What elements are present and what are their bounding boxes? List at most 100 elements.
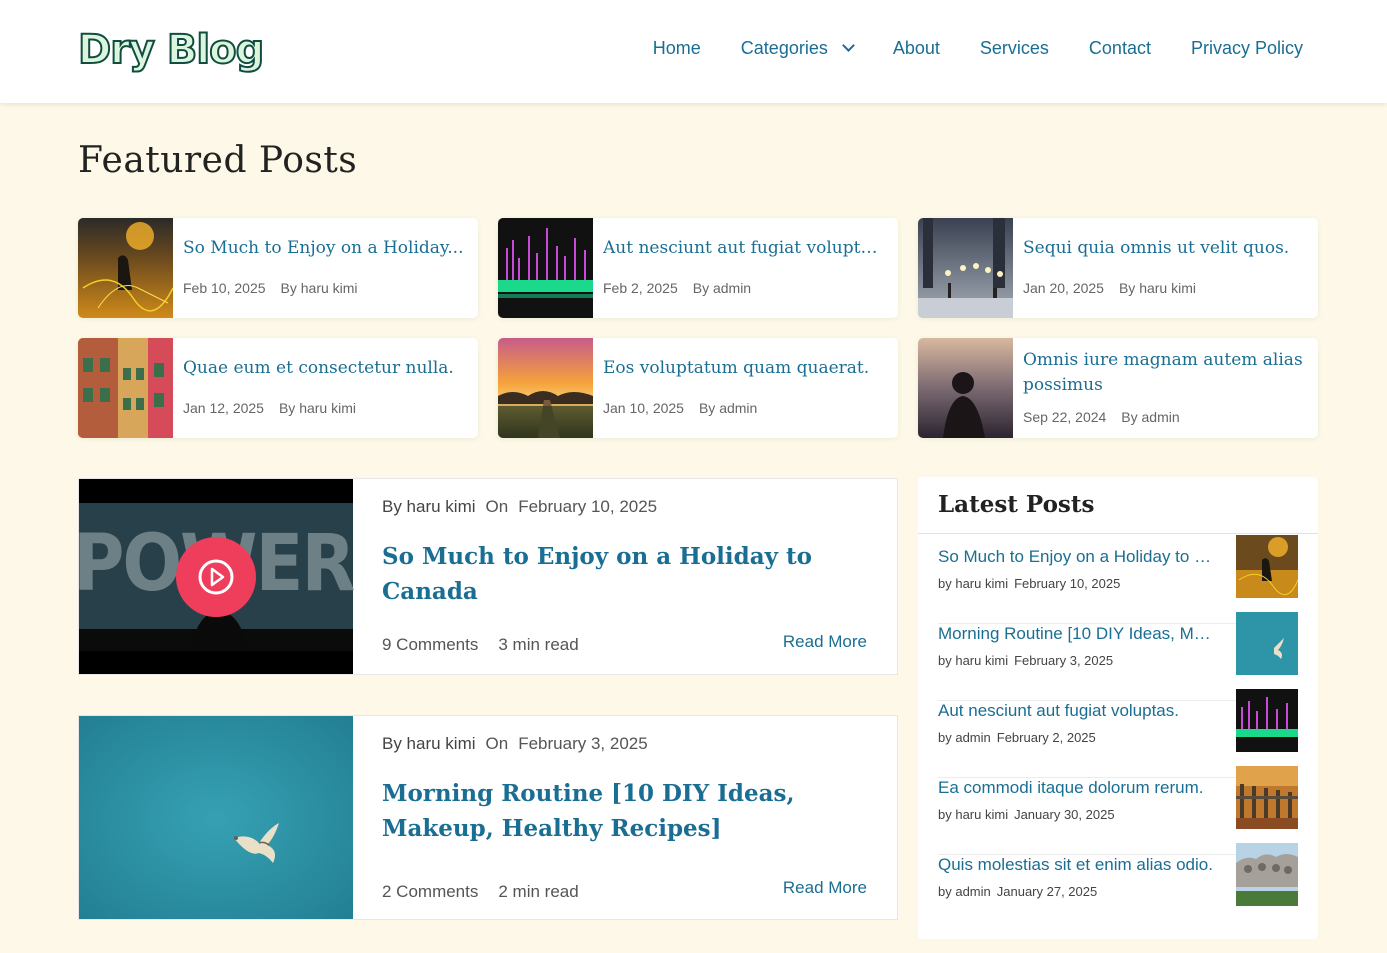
nav-categories-label: Categories bbox=[740, 38, 828, 58]
featured-card-author[interactable]: By haru kimi bbox=[279, 400, 356, 416]
latest-post-author[interactable]: by admin bbox=[938, 884, 991, 899]
latest-post-author[interactable]: by haru kimi bbox=[938, 576, 1008, 591]
nav-about[interactable]: About bbox=[893, 38, 940, 59]
featured-card-meta: Sep 22, 2024 By admin bbox=[1023, 409, 1180, 425]
latest-post-date: February 2, 2025 bbox=[996, 730, 1096, 745]
post-card: POWER By haru kimi On February 10, 2025 … bbox=[78, 478, 898, 675]
featured-posts-heading: Featured Posts bbox=[78, 140, 358, 181]
site-logo[interactable]: Dry Blog bbox=[77, 26, 265, 74]
featured-card-meta: Feb 2, 2025 By admin bbox=[603, 280, 751, 296]
latest-post-author[interactable]: by haru kimi bbox=[938, 653, 1008, 668]
latest-post-item: Quis molestias sit et enim alias odio. b… bbox=[938, 843, 1298, 932]
post-title[interactable]: Morning Routine [10 DIY Ideas, Makeup, H… bbox=[382, 776, 872, 846]
post-image[interactable]: POWER bbox=[79, 479, 355, 674]
latest-post-title[interactable]: Aut nesciunt aut fugiat voluptas. bbox=[938, 701, 1218, 721]
featured-card-image bbox=[78, 338, 173, 438]
latest-posts-heading: Latest Posts bbox=[938, 491, 1095, 518]
latest-posts-widget: Latest Posts So Much to Enjoy on a Holid… bbox=[918, 477, 1318, 939]
nav-privacy-policy[interactable]: Privacy Policy bbox=[1191, 38, 1303, 59]
latest-post-meta: by admin January 27, 2025 bbox=[938, 884, 1097, 899]
latest-post-thumbnail[interactable] bbox=[1236, 612, 1298, 675]
post-on-label: On bbox=[485, 734, 509, 753]
post-date: February 3, 2025 bbox=[518, 734, 648, 753]
featured-card-title[interactable]: Sequi quia omnis ut velit quos. bbox=[1023, 236, 1304, 261]
latest-post-meta: by haru kimi January 30, 2025 bbox=[938, 807, 1115, 822]
latest-post-title[interactable]: So Much to Enjoy on a Holiday to C... bbox=[938, 547, 1218, 567]
play-circle-icon bbox=[198, 559, 234, 595]
latest-post-title[interactable]: Quis molestias sit et enim alias odio. bbox=[938, 855, 1218, 875]
latest-post-thumbnail[interactable] bbox=[1236, 843, 1298, 906]
featured-card-image bbox=[918, 218, 1013, 318]
latest-post-meta: by admin February 2, 2025 bbox=[938, 730, 1096, 745]
site-header: Dry Blog Home Categories About Services … bbox=[0, 0, 1387, 103]
featured-card-date: Jan 20, 2025 bbox=[1023, 280, 1104, 296]
post-card: By haru kimi On February 3, 2025 Morning… bbox=[78, 715, 898, 920]
post-footer: 2 Comments 2 min read bbox=[382, 882, 579, 902]
featured-card-author[interactable]: By admin bbox=[699, 400, 757, 416]
featured-card-title[interactable]: Aut nesciunt aut fugiat voluptas. bbox=[603, 236, 884, 261]
latest-post-date: February 10, 2025 bbox=[1014, 576, 1121, 591]
latest-post-thumbnail[interactable] bbox=[1236, 535, 1298, 598]
latest-post-thumbnail[interactable] bbox=[1236, 689, 1298, 752]
featured-card-author[interactable]: By haru kimi bbox=[281, 280, 358, 296]
latest-post-author[interactable]: by admin bbox=[938, 730, 991, 745]
nav-services[interactable]: Services bbox=[980, 38, 1049, 59]
featured-card[interactable]: Aut nesciunt aut fugiat voluptas. Feb 2,… bbox=[498, 218, 898, 318]
latest-post-title[interactable]: Ea commodi itaque dolorum rerum. bbox=[938, 778, 1218, 798]
post-author[interactable]: By haru kimi bbox=[382, 734, 476, 754]
post-comments[interactable]: 2 Comments bbox=[382, 882, 478, 902]
featured-card-title[interactable]: Omnis iure magnam autem alias possimus bbox=[1023, 348, 1304, 398]
featured-card-date: Jan 12, 2025 bbox=[183, 400, 264, 416]
latest-post-title[interactable]: Morning Routine [10 DIY Ideas, Mak... bbox=[938, 624, 1218, 644]
featured-card-meta: Jan 20, 2025 By haru kimi bbox=[1023, 280, 1196, 296]
latest-post-author[interactable]: by haru kimi bbox=[938, 807, 1008, 822]
featured-card-date: Jan 10, 2025 bbox=[603, 400, 684, 416]
featured-card[interactable]: So Much to Enjoy on a Holiday... Feb 10,… bbox=[78, 218, 478, 318]
divider bbox=[918, 533, 1318, 534]
featured-card-meta: Feb 10, 2025 By haru kimi bbox=[183, 280, 358, 296]
featured-card-title[interactable]: Quae eum et consectetur nulla. bbox=[183, 356, 464, 381]
nav-categories[interactable]: Categories bbox=[740, 38, 855, 59]
post-read-time: 2 min read bbox=[498, 882, 579, 901]
nav-contact[interactable]: Contact bbox=[1089, 38, 1151, 59]
featured-card-date: Feb 2, 2025 bbox=[603, 280, 678, 296]
featured-card-author[interactable]: By admin bbox=[693, 280, 751, 296]
featured-card[interactable]: Eos voluptatum quam quaerat. Jan 10, 202… bbox=[498, 338, 898, 438]
chevron-down-icon bbox=[841, 39, 855, 52]
featured-card[interactable]: Quae eum et consectetur nulla. Jan 12, 2… bbox=[78, 338, 478, 438]
featured-card-date: Sep 22, 2024 bbox=[1023, 409, 1107, 425]
read-more-link[interactable]: Read More bbox=[783, 878, 867, 898]
seagull-image bbox=[79, 716, 353, 919]
featured-card-title[interactable]: Eos voluptatum quam quaerat. bbox=[603, 356, 884, 381]
latest-post-thumbnail[interactable] bbox=[1236, 766, 1298, 829]
featured-card[interactable]: Sequi quia omnis ut velit quos. Jan 20, … bbox=[918, 218, 1318, 318]
latest-post-meta: by haru kimi February 3, 2025 bbox=[938, 653, 1113, 668]
featured-card-title[interactable]: So Much to Enjoy on a Holiday... bbox=[183, 236, 464, 261]
featured-card-meta: Jan 12, 2025 By haru kimi bbox=[183, 400, 356, 416]
post-image[interactable] bbox=[79, 716, 353, 919]
featured-card-date: Feb 10, 2025 bbox=[183, 280, 266, 296]
featured-card-image bbox=[498, 338, 593, 438]
featured-card-author[interactable]: By admin bbox=[1121, 409, 1179, 425]
post-on-label: On bbox=[485, 497, 509, 516]
latest-post-meta: by haru kimi February 10, 2025 bbox=[938, 576, 1120, 591]
latest-post-date: January 27, 2025 bbox=[996, 884, 1098, 899]
post-comments[interactable]: 9 Comments bbox=[382, 635, 478, 655]
latest-post-date: February 3, 2025 bbox=[1014, 653, 1114, 668]
post-meta: By haru kimi On February 10, 2025 bbox=[382, 497, 657, 517]
featured-card-author[interactable]: By haru kimi bbox=[1119, 280, 1196, 296]
post-read-time: 3 min read bbox=[498, 635, 579, 654]
post-title[interactable]: So Much to Enjoy on a Holiday to Canada bbox=[382, 539, 872, 609]
post-author[interactable]: By haru kimi bbox=[382, 497, 476, 517]
latest-post-date: January 30, 2025 bbox=[1014, 807, 1115, 822]
featured-card[interactable]: Omnis iure magnam autem alias possimus S… bbox=[918, 338, 1318, 438]
play-button[interactable] bbox=[176, 537, 256, 617]
post-footer: 9 Comments 3 min read bbox=[382, 635, 579, 655]
featured-card-image bbox=[78, 218, 173, 318]
post-meta: By haru kimi On February 3, 2025 bbox=[382, 734, 648, 754]
featured-card-image bbox=[918, 338, 1013, 438]
post-date: February 10, 2025 bbox=[518, 497, 658, 516]
read-more-link[interactable]: Read More bbox=[783, 632, 867, 652]
nav-home[interactable]: Home bbox=[653, 38, 701, 59]
featured-card-image bbox=[498, 218, 593, 318]
